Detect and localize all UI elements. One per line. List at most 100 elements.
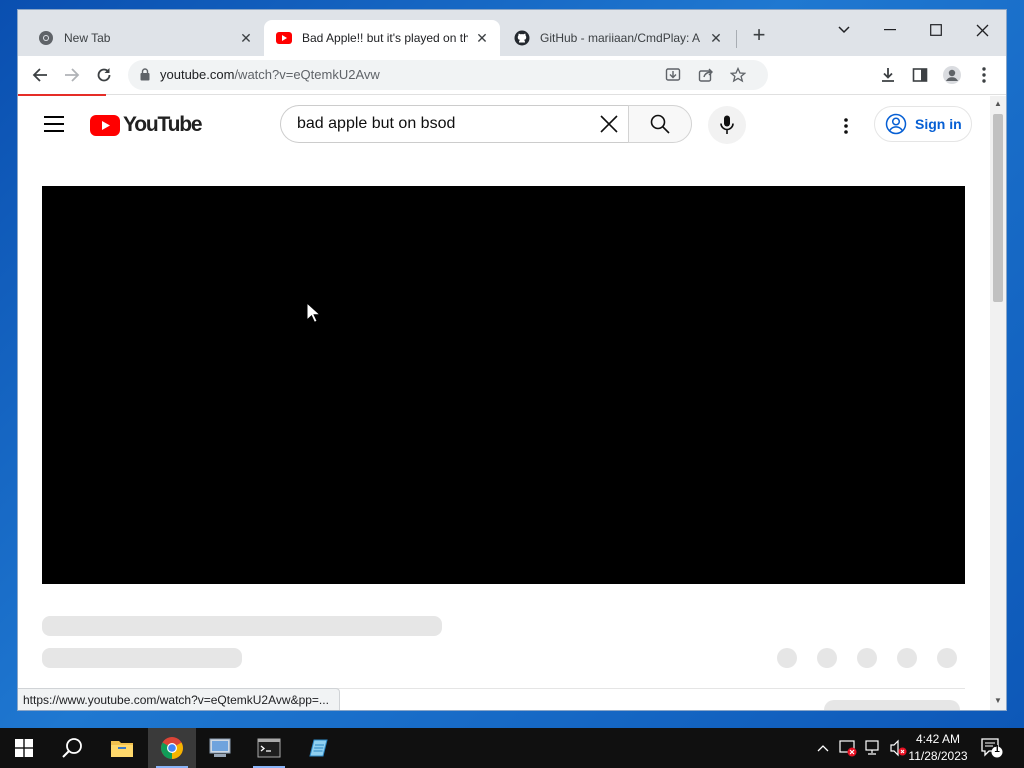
browser-toolbar: youtube.com/watch?v=eQtemkU2Avw xyxy=(18,56,1006,95)
clock-date: 11/28/2023 xyxy=(908,749,968,763)
file-explorer-icon xyxy=(111,741,133,757)
search-icon xyxy=(62,738,82,758)
page-scrollbar[interactable]: ▲ ▼ xyxy=(990,96,1006,710)
close-icon xyxy=(600,115,618,133)
url-host: youtube.com xyxy=(160,67,235,82)
tab-close-icon[interactable]: ✕ xyxy=(708,30,724,46)
taskbar-notepad[interactable] xyxy=(294,728,342,768)
url-path: /watch?v=eQtemkU2Avw xyxy=(234,67,380,82)
url-text: youtube.com/watch?v=eQtemkU2Avw xyxy=(160,67,380,82)
forward-button[interactable] xyxy=(62,65,82,85)
search-input[interactable] xyxy=(280,105,628,143)
show-hidden-icons-button[interactable] xyxy=(812,737,834,759)
description-skeleton xyxy=(824,700,960,710)
minimize-icon xyxy=(884,29,896,31)
kebab-menu-icon xyxy=(844,118,848,134)
share-icon[interactable] xyxy=(698,67,714,83)
clear-search-button[interactable] xyxy=(598,113,620,135)
back-button[interactable] xyxy=(30,65,50,85)
youtube-logo[interactable]: YouTube xyxy=(90,113,203,137)
youtube-icon xyxy=(276,30,292,46)
network-tray-icon[interactable] xyxy=(862,737,884,759)
scroll-down-icon[interactable]: ▼ xyxy=(993,696,1003,706)
reload-button[interactable] xyxy=(94,65,114,85)
settings-menu-button[interactable] xyxy=(834,114,858,138)
github-icon xyxy=(514,30,530,46)
youtube-logo-icon xyxy=(90,114,120,136)
sign-in-button[interactable]: Sign in xyxy=(874,106,972,142)
notepad-icon xyxy=(309,739,328,757)
system-clock[interactable]: 4:42 AM 11/28/2023 xyxy=(906,731,970,765)
search-icon xyxy=(650,114,670,134)
reload-icon xyxy=(97,68,111,82)
volume-muted-icon xyxy=(890,739,907,757)
maximize-icon xyxy=(930,24,942,36)
address-bar[interactable]: youtube.com/watch?v=eQtemkU2Avw xyxy=(128,60,768,90)
windows-start-icon xyxy=(15,739,33,757)
tab-title: New Tab xyxy=(64,31,111,45)
title-skeleton xyxy=(42,616,442,636)
youtube-header: YouTube Sign in xyxy=(18,96,990,152)
tab-new-tab[interactable]: New Tab ✕ xyxy=(26,20,264,56)
tab-close-icon[interactable]: ✕ xyxy=(238,30,254,46)
account-circle-icon xyxy=(885,113,907,135)
taskbar-command-prompt[interactable] xyxy=(245,728,293,768)
action-skeleton xyxy=(777,648,797,668)
taskbar-search-button[interactable] xyxy=(48,728,96,768)
start-button[interactable] xyxy=(0,728,48,768)
search-box xyxy=(280,105,692,143)
security-tray-icon[interactable] xyxy=(837,737,859,759)
tab-github[interactable]: GitHub - mariiaan/CmdPlay: A c ✕ xyxy=(502,20,734,56)
side-panel-button[interactable] xyxy=(910,65,930,85)
avatar-icon xyxy=(943,66,961,84)
chevron-down-icon xyxy=(838,26,850,34)
youtube-logo-text: YouTube xyxy=(123,113,203,136)
windows-taskbar: 4:42 AM 11/28/2023 1 xyxy=(0,728,1024,768)
action-skeleton xyxy=(857,648,877,668)
install-app-icon[interactable] xyxy=(665,67,681,83)
maximize-button[interactable] xyxy=(916,16,956,44)
tab-search-button[interactable] xyxy=(824,16,864,44)
command-prompt-icon xyxy=(257,738,281,758)
tab-title: Bad Apple!! but it's played on th xyxy=(302,31,468,45)
tab-separator xyxy=(736,30,737,48)
system-tray xyxy=(812,728,912,768)
bookmark-star-icon[interactable] xyxy=(730,67,746,83)
tab-close-icon[interactable]: ✕ xyxy=(474,30,490,46)
scroll-up-icon[interactable]: ▲ xyxy=(993,99,1003,109)
notification-count-badge: 1 xyxy=(994,744,1000,755)
chrome-icon xyxy=(161,737,183,759)
close-icon xyxy=(976,24,988,36)
tab-title: GitHub - mariiaan/CmdPlay: A c xyxy=(540,31,702,45)
network-icon xyxy=(865,740,879,755)
chevron-up-icon xyxy=(817,745,829,752)
scroll-thumb[interactable] xyxy=(993,114,1003,302)
close-window-button[interactable] xyxy=(962,16,1002,44)
tab-youtube[interactable]: Bad Apple!! but it's played on th ✕ xyxy=(264,20,500,56)
voice-search-button[interactable] xyxy=(708,106,746,144)
lock-icon xyxy=(140,68,150,81)
minimize-button[interactable] xyxy=(870,16,910,44)
video-player[interactable] xyxy=(42,186,965,584)
download-icon xyxy=(882,68,894,82)
guide-menu-icon[interactable] xyxy=(44,116,64,132)
downloads-button[interactable] xyxy=(878,65,898,85)
taskbar-chrome[interactable] xyxy=(148,728,196,768)
profile-button[interactable] xyxy=(942,65,962,85)
arrow-left-icon xyxy=(32,68,47,82)
control-panel-icon xyxy=(209,738,231,757)
tab-strip: New Tab ✕ Bad Apple!! but it's played on… xyxy=(18,10,1006,56)
chrome-icon xyxy=(38,30,54,46)
action-center-button[interactable]: 1 xyxy=(980,736,1004,760)
new-tab-button[interactable]: + xyxy=(748,24,770,47)
action-skeleton xyxy=(937,648,957,668)
browser-menu-button[interactable] xyxy=(974,65,994,85)
security-alert-icon xyxy=(839,740,857,757)
taskbar-file-explorer[interactable] xyxy=(98,728,146,768)
taskbar-control-panel[interactable] xyxy=(196,728,244,768)
side-panel-icon xyxy=(912,68,928,82)
sign-in-label: Sign in xyxy=(915,116,962,132)
search-button[interactable] xyxy=(628,105,692,143)
microphone-icon xyxy=(720,115,734,134)
action-skeleton xyxy=(817,648,837,668)
